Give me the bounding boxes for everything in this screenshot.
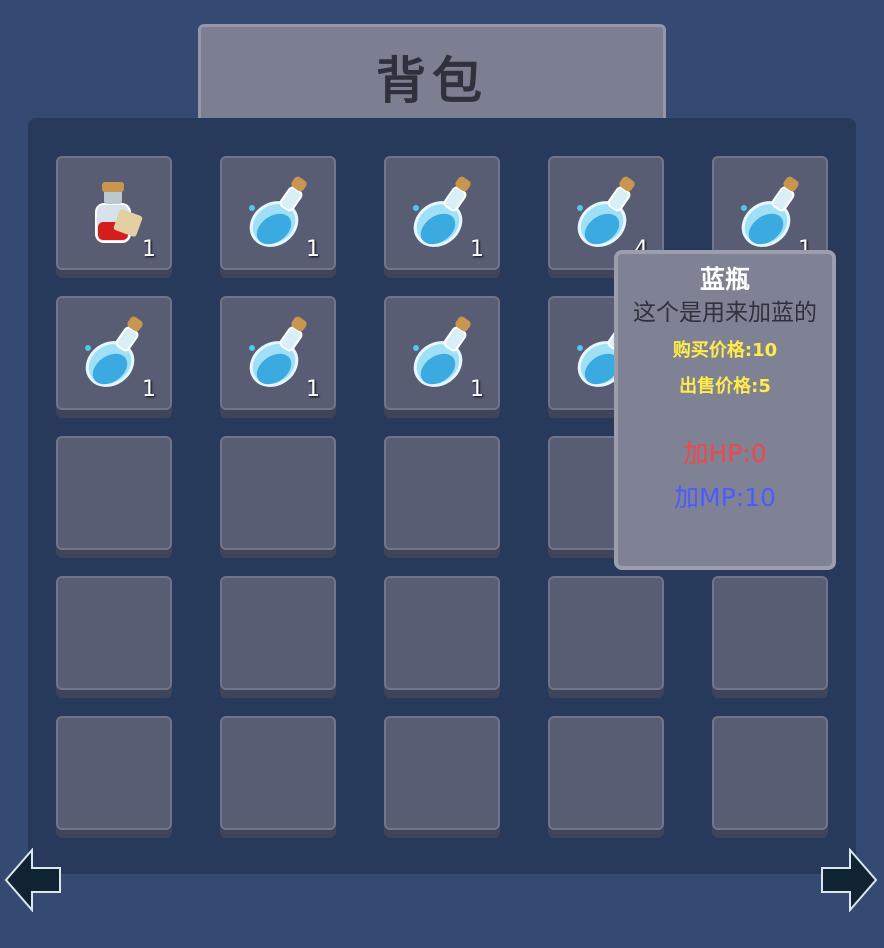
tooltip-sell-price: 出售价格:5	[679, 376, 771, 397]
page-title: 背包	[376, 52, 488, 110]
inventory-slot[interactable]: 1	[56, 156, 172, 270]
inventory-slot[interactable]	[384, 576, 500, 690]
tooltip-item-name: 蓝瓶	[699, 265, 750, 294]
inventory-slot[interactable]: 1	[56, 296, 172, 410]
inventory-slot[interactable]	[384, 436, 500, 550]
tooltip-buy-price: 购买价格:10	[672, 340, 778, 361]
tooltip-description: 这个是用来加蓝的	[633, 300, 817, 326]
inventory-slot[interactable]	[56, 576, 172, 690]
item-quantity: 1	[470, 377, 484, 402]
arrow-right-icon[interactable]	[818, 848, 878, 912]
title-plate: 背包	[198, 24, 666, 130]
item-quantity: 1	[142, 377, 156, 402]
item-quantity: 1	[470, 237, 484, 262]
inventory-slot[interactable]: 1	[384, 156, 500, 270]
tooltip-hp-bonus: 加HP:0	[683, 439, 767, 468]
item-tooltip: 蓝瓶 这个是用来加蓝的 购买价格:10 出售价格:5 加HP:0 加MP:10	[614, 250, 836, 570]
inventory-slot[interactable]	[220, 436, 336, 550]
item-quantity: 1	[306, 377, 320, 402]
inventory-slot[interactable]	[56, 436, 172, 550]
inventory-slot[interactable]: 1	[220, 156, 336, 270]
inventory-slot[interactable]	[56, 716, 172, 830]
inventory-slot[interactable]	[220, 576, 336, 690]
inventory-slot[interactable]	[712, 576, 828, 690]
inventory-slot[interactable]	[220, 716, 336, 830]
arrow-left-icon[interactable]	[4, 848, 64, 912]
inventory-slot[interactable]	[712, 716, 828, 830]
tooltip-mp-bonus: 加MP:10	[674, 483, 776, 512]
item-quantity: 1	[306, 237, 320, 262]
inventory-slot[interactable]	[548, 576, 664, 690]
inventory-slot[interactable]: 1	[384, 296, 500, 410]
inventory-slot[interactable]: 1	[220, 296, 336, 410]
inventory-slot[interactable]	[548, 716, 664, 830]
inventory-slot[interactable]	[384, 716, 500, 830]
item-quantity: 1	[142, 237, 156, 262]
